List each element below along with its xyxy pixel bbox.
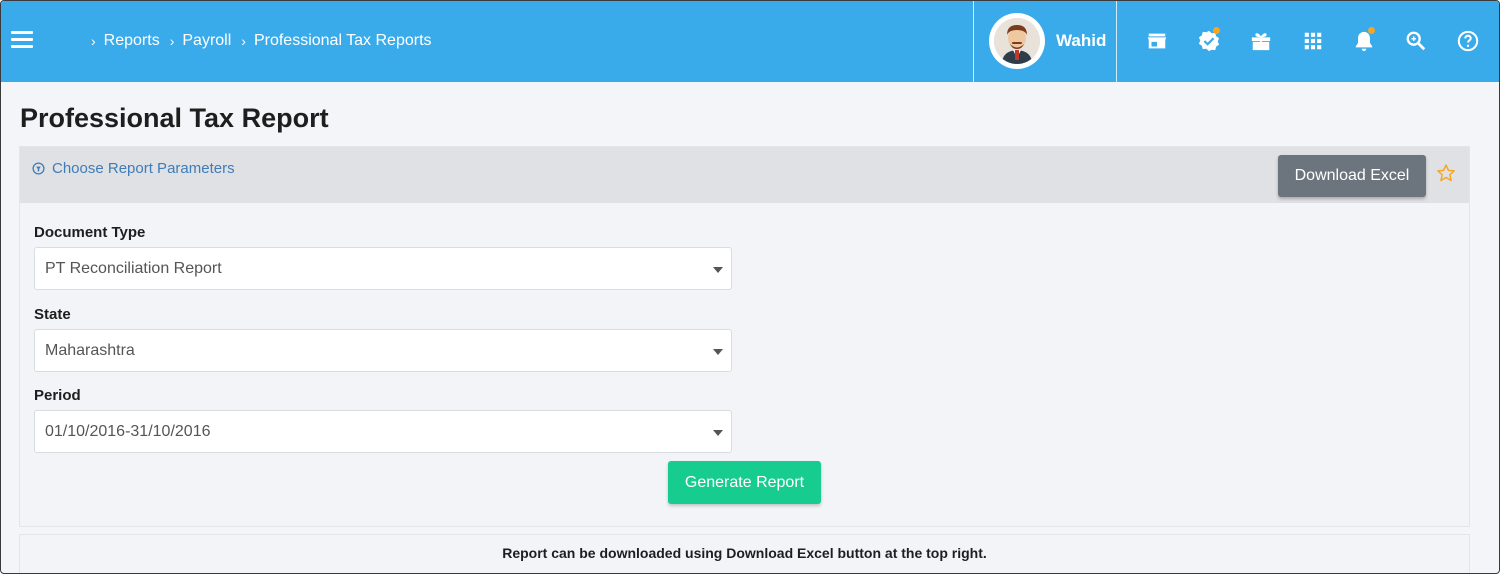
help-icon[interactable] <box>1457 30 1481 54</box>
state-label: State <box>34 306 71 323</box>
breadcrumb-payroll[interactable]: Payroll <box>182 32 231 50</box>
star-icon[interactable] <box>1436 163 1456 183</box>
period-value: 01/10/2016-31/10/2016 <box>45 423 211 440</box>
period-select[interactable]: 01/10/2016-31/10/2016 <box>34 410 732 453</box>
header-divider <box>1116 1 1117 82</box>
verified-badge-icon[interactable] <box>1198 27 1222 54</box>
download-hint-note: Report can be downloaded using Download … <box>19 534 1470 573</box>
chevron-down-icon <box>713 430 723 436</box>
apps-grid-icon[interactable] <box>1302 30 1326 54</box>
gift-icon[interactable] <box>1250 30 1274 54</box>
choose-report-parameters-toggle[interactable]: Choose Report Parameters <box>32 160 235 177</box>
user-menu[interactable]: Wahid <box>989 13 1106 69</box>
breadcrumb: › Reports › Payroll › Professional Tax R… <box>91 32 442 50</box>
breadcrumb-reports[interactable]: Reports <box>104 32 160 50</box>
document-type-label: Document Type <box>34 224 146 241</box>
notification-dot <box>1213 27 1220 34</box>
chevron-down-icon <box>713 267 723 273</box>
bell-icon[interactable] <box>1353 27 1377 54</box>
app-window: › Reports › Payroll › Professional Tax R… <box>0 0 1500 574</box>
chevron-down-icon <box>713 349 723 355</box>
choose-report-parameters-label: Choose Report Parameters <box>52 160 235 177</box>
chevron-right-icon: › <box>169 33 175 49</box>
chevron-right-icon: › <box>241 33 246 49</box>
panel-header: Choose Report Parameters Download Excel <box>20 147 1469 203</box>
search-icon[interactable] <box>1405 30 1429 54</box>
filter-icon <box>32 162 45 175</box>
menu-icon[interactable] <box>11 31 33 49</box>
state-value: Maharashtra <box>45 342 135 359</box>
download-excel-button[interactable]: Download Excel <box>1278 155 1426 197</box>
generate-report-button[interactable]: Generate Report <box>668 461 821 504</box>
period-label: Period <box>34 387 81 404</box>
user-name[interactable]: Wahid <box>1056 31 1106 51</box>
document-type-select[interactable]: PT Reconciliation Report <box>34 247 732 290</box>
report-parameters-panel: Choose Report Parameters Download Excel … <box>19 146 1470 527</box>
page-title: Professional Tax Report <box>20 103 329 133</box>
document-type-value: PT Reconciliation Report <box>45 260 222 277</box>
store-icon[interactable] <box>1146 30 1170 54</box>
notification-dot <box>1368 27 1375 34</box>
top-navbar: › Reports › Payroll › Professional Tax R… <box>1 1 1499 82</box>
avatar-image <box>994 18 1040 64</box>
state-select[interactable]: Maharashtra <box>34 329 732 372</box>
header-divider <box>973 1 974 82</box>
chevron-right-icon: › <box>91 33 96 49</box>
avatar[interactable] <box>989 13 1045 69</box>
breadcrumb-professional-tax-reports[interactable]: Professional Tax Reports <box>254 32 432 50</box>
